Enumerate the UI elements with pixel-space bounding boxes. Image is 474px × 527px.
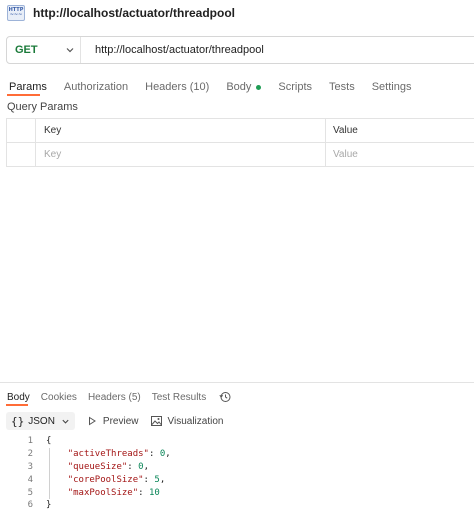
visualization-label: Visualization: [167, 415, 224, 427]
method-select[interactable]: GET: [7, 37, 81, 63]
image-icon: [150, 416, 162, 426]
line-number: 4: [27, 474, 33, 485]
chevron-down-icon: [66, 48, 74, 53]
tab-headers-label: Headers: [145, 81, 187, 93]
response-view-row: {} JSON Preview Visualization: [6, 411, 223, 431]
code-line: 5 "maxPoolSize": 10: [0, 486, 474, 499]
response-body-code[interactable]: 1 { 2 "activeThreads": 0, 3 "queueSize":…: [0, 435, 474, 512]
response-tab-test-results[interactable]: Test Results: [152, 392, 206, 403]
history-icon[interactable]: [219, 391, 231, 403]
braces-icon: {}: [11, 414, 25, 428]
tab-body[interactable]: Body: [226, 78, 262, 96]
code-text: "maxPoolSize": 10: [67, 487, 160, 498]
line-number: 5: [27, 487, 33, 498]
code-text: "queueSize": 0,: [67, 461, 149, 472]
response-tab-body[interactable]: Body: [7, 392, 30, 403]
method-label: GET: [15, 44, 38, 56]
postman-request-view: HTTP ~~~ http://localhost/actuator/thread…: [0, 0, 474, 527]
response-tab-headers[interactable]: Headers (5): [88, 392, 141, 403]
value-input[interactable]: Value: [326, 143, 474, 166]
key-column-header: Key: [36, 119, 326, 142]
http-request-icon: HTTP ~~~: [7, 5, 25, 21]
row-checkbox-cell: [6, 143, 36, 166]
tab-scripts[interactable]: Scripts: [278, 78, 312, 96]
visualization-button[interactable]: Visualization: [150, 415, 224, 427]
response-active-tab-indicator: [6, 404, 28, 406]
table-header-row: Key Value: [6, 119, 474, 143]
query-params-table: Key Value Key Value: [6, 118, 474, 167]
json-key: "activeThreads": [67, 449, 149, 460]
response-tab-cookies[interactable]: Cookies: [41, 392, 77, 403]
line-number: 2: [27, 449, 33, 460]
preview-button[interactable]: Preview: [87, 416, 139, 427]
play-icon: [88, 416, 96, 426]
chevron-down-icon: [62, 419, 69, 424]
code-line: 4 "corePoolSize": 5,: [0, 473, 474, 486]
active-tab-indicator: [7, 94, 40, 96]
code-text: "activeThreads": 0,: [67, 449, 171, 460]
query-params-label: Query Params: [7, 101, 78, 113]
json-value: 10: [148, 487, 160, 498]
response-divider[interactable]: [0, 382, 474, 383]
format-select[interactable]: {} JSON: [6, 412, 75, 430]
request-tabs: Params Authorization Headers (10) Body S…: [9, 78, 428, 96]
json-comma: ,: [165, 449, 171, 460]
code-text: }: [46, 500, 52, 511]
code-line: 3 "queueSize": 0,: [0, 461, 474, 474]
key-input[interactable]: Key: [36, 143, 326, 166]
json-comma: ,: [143, 461, 149, 472]
tab-headers-count: (10): [189, 81, 210, 93]
indent-guide: [49, 448, 50, 499]
code-text: {: [46, 436, 52, 447]
json-key: "queueSize": [67, 461, 128, 472]
tab-authorization[interactable]: Authorization: [64, 78, 128, 96]
checkbox-column-header: [6, 119, 36, 142]
line-number: 1: [27, 436, 33, 447]
table-row: Key Value: [6, 143, 474, 167]
preview-label: Preview: [102, 415, 139, 427]
code-text: "corePoolSize": 5,: [67, 474, 166, 485]
line-number: 3: [27, 461, 33, 472]
json-comma: ,: [159, 474, 166, 485]
tab-headers[interactable]: Headers (10): [145, 78, 209, 96]
tab-settings[interactable]: Settings: [372, 78, 412, 96]
tab-body-label: Body: [226, 81, 252, 93]
body-indicator-dot: [256, 84, 262, 90]
line-number: 6: [27, 500, 33, 511]
value-column-header: Value: [333, 125, 358, 136]
tab-tests[interactable]: Tests: [329, 78, 355, 96]
request-title-row: HTTP ~~~ http://localhost/actuator/thread…: [7, 4, 235, 22]
code-line: 1 {: [0, 435, 474, 448]
json-key: "corePoolSize": [67, 474, 144, 485]
url-bar: GET http://localhost/actuator/threadpool: [6, 36, 474, 64]
response-tabs: Body Cookies Headers (5) Test Results: [7, 389, 231, 405]
format-label: JSON: [28, 415, 55, 427]
code-line: 6 }: [0, 499, 474, 512]
url-input[interactable]: http://localhost/actuator/threadpool: [95, 44, 264, 56]
json-key: "maxPoolSize": [67, 487, 139, 498]
request-title[interactable]: http://localhost/actuator/threadpool: [33, 6, 235, 20]
code-line: 2 "activeThreads": 0,: [0, 448, 474, 461]
